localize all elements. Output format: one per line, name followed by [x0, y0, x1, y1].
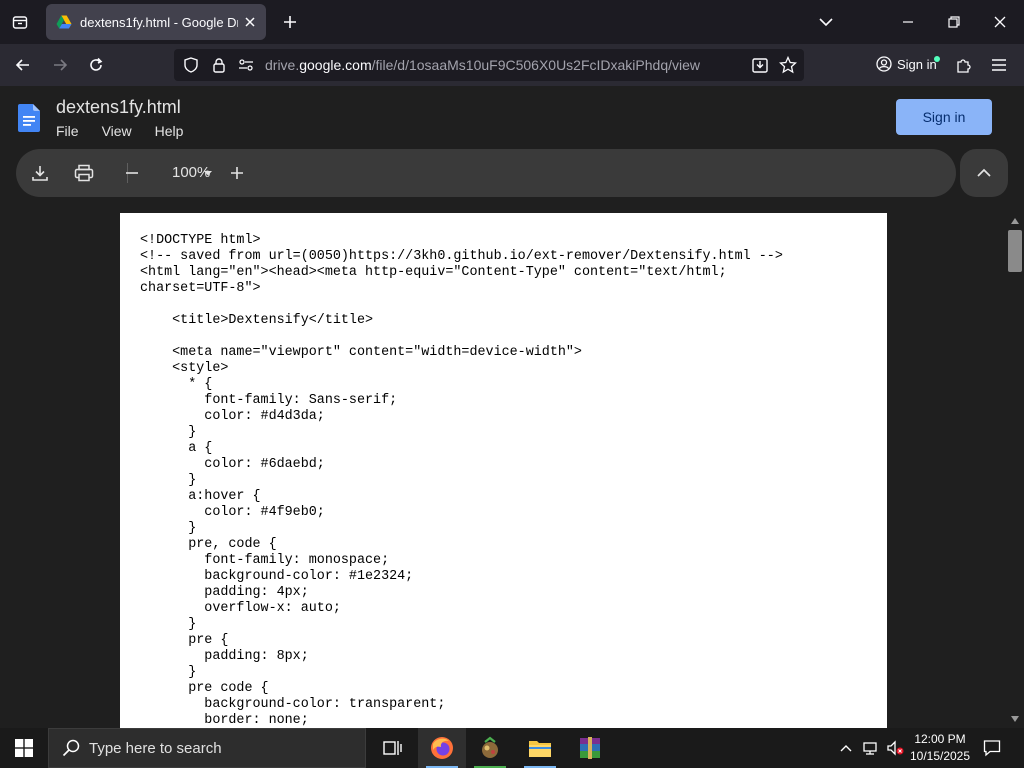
system-clock[interactable]: 12:00 PM 10/15/2025: [904, 731, 976, 765]
account-icon: [876, 56, 892, 72]
clock-date: 10/15/2025: [909, 749, 971, 763]
search-placeholder: Type here to search: [89, 739, 222, 757]
tracking-protection-shield-icon[interactable]: [182, 56, 200, 74]
browser-tab-active[interactable]: dextens1fy.html - Google Drive: [46, 4, 266, 40]
list-all-tabs-icon[interactable]: [814, 10, 838, 34]
new-tab-icon[interactable]: [278, 10, 302, 34]
task-view-icon[interactable]: [368, 728, 416, 768]
account-sign-in-label: Sign in: [897, 56, 937, 72]
zoom-out-icon[interactable]: [120, 161, 144, 185]
search-icon: [61, 738, 81, 758]
collapse-header-chevron-up-icon[interactable]: [960, 149, 1008, 197]
zoom-dropdown-icon[interactable]: [196, 161, 220, 185]
download-page-icon[interactable]: [751, 56, 769, 74]
network-icon[interactable]: [860, 728, 882, 768]
notification-dot: [934, 56, 940, 62]
restore-icon[interactable]: [940, 8, 968, 36]
scroll-down-arrow-icon[interactable]: [1010, 714, 1020, 724]
document-page: <!DOCTYPE html> <!-- saved from url=(005…: [120, 213, 887, 733]
viewer-toolbar: 100%: [16, 149, 956, 197]
url-text[interactable]: drive.google.com/file/d/1osaaMs10uF9C506…: [265, 57, 700, 73]
minimize-icon[interactable]: [894, 8, 922, 36]
zoom-in-icon[interactable]: [225, 161, 249, 185]
reload-icon[interactable]: [83, 52, 109, 78]
lock-icon[interactable]: [210, 56, 228, 74]
drive-menu-bar: File View Help: [56, 123, 206, 139]
windows-taskbar: Type here to search 12:00 PM 10/15/2025: [0, 728, 1024, 768]
bookmark-star-icon[interactable]: [779, 56, 797, 74]
menu-help[interactable]: Help: [155, 123, 184, 139]
address-bar[interactable]: drive.google.com/file/d/1osaaMs10uF9C506…: [174, 49, 804, 81]
app-taskbar-icon[interactable]: [466, 728, 514, 768]
menu-view[interactable]: View: [102, 123, 132, 139]
tab-title: dextens1fy.html - Google Drive: [80, 14, 238, 30]
tab-close-icon[interactable]: [238, 10, 262, 34]
scrollbar-thumb[interactable]: [1008, 230, 1022, 272]
winrar-icon[interactable]: [566, 728, 614, 768]
drive-sign-in-button[interactable]: Sign in: [896, 99, 992, 135]
windows-start-icon[interactable]: [0, 728, 48, 768]
file-explorer-icon[interactable]: [516, 728, 564, 768]
google-drive-icon: [56, 15, 72, 29]
scroll-up-arrow-icon[interactable]: [1010, 216, 1020, 226]
document-source-text: <!DOCTYPE html> <!-- saved from url=(005…: [140, 233, 783, 728]
print-icon[interactable]: [72, 161, 96, 185]
account-sign-in-button[interactable]: Sign in: [868, 48, 942, 80]
firefox-taskbar-icon[interactable]: [418, 728, 466, 768]
tab-list-icon[interactable]: [8, 10, 32, 34]
browser-tab-strip: dextens1fy.html - Google Drive: [0, 0, 1024, 44]
vertical-scrollbar[interactable]: [1006, 214, 1024, 728]
taskbar-search-box[interactable]: Type here to search: [48, 728, 366, 768]
menu-file[interactable]: File: [56, 123, 79, 139]
hamburger-menu-icon[interactable]: [986, 52, 1012, 78]
google-docs-icon: [18, 104, 40, 132]
clock-time: 12:00 PM: [914, 732, 966, 746]
back-arrow-icon[interactable]: [10, 52, 36, 78]
notifications-icon[interactable]: [980, 736, 1004, 760]
show-hidden-icons-chevron-icon[interactable]: [836, 728, 856, 768]
window-close-icon[interactable]: [986, 8, 1014, 36]
forward-arrow-icon[interactable]: [47, 52, 73, 78]
download-icon[interactable]: [28, 161, 52, 185]
extensions-puzzle-icon[interactable]: [951, 52, 977, 78]
file-name-title: dextens1fy.html: [56, 97, 181, 117]
browser-navigation-bar: drive.google.com/file/d/1osaaMs10uF9C506…: [0, 44, 1024, 86]
volume-muted-icon[interactable]: [884, 728, 906, 768]
permissions-icon[interactable]: [237, 56, 255, 74]
